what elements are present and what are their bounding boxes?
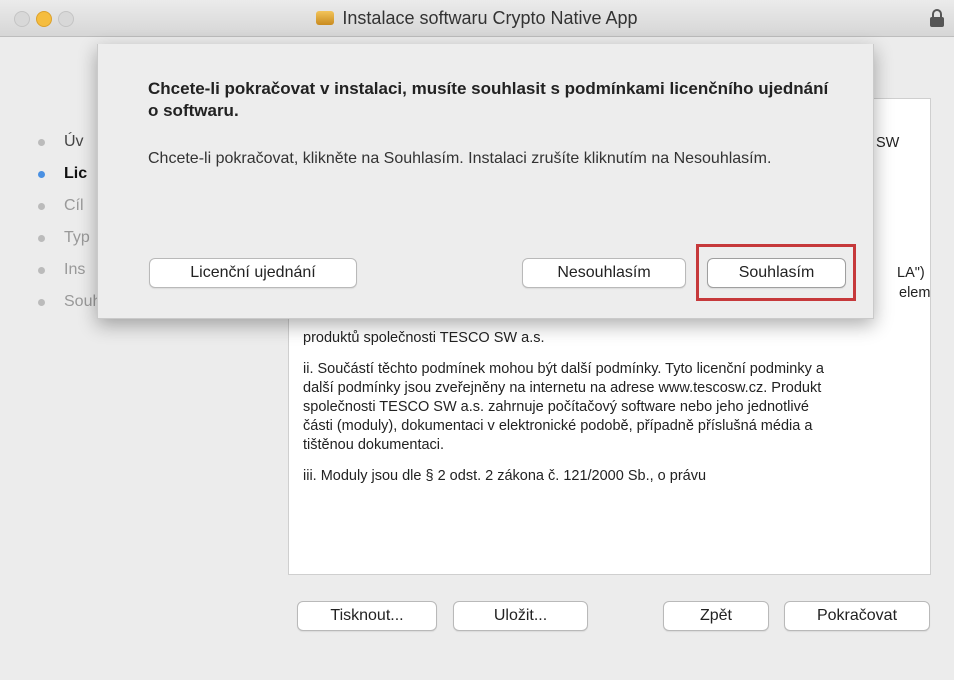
step-dot-icon: [38, 299, 45, 306]
package-icon: [316, 11, 335, 25]
read-license-button[interactable]: Licenční ujednání: [149, 258, 357, 288]
step-dot-icon: [38, 171, 45, 178]
title-bar: Instalace softwaru Crypto Native App: [0, 0, 954, 37]
save-button[interactable]: Uložit...: [453, 601, 588, 631]
sheet-title: Chcete-li pokračovat v instalaci, musíte…: [148, 79, 829, 120]
lock-icon: [930, 9, 944, 27]
window-title: Instalace softwaru Crypto Native App: [342, 8, 638, 28]
license-paragraph: produktů společnosti TESCO SW a.s.: [303, 330, 545, 346]
license-paragraph: iii. Moduly jsou dle § 2 odst. 2 zákona …: [303, 468, 707, 484]
disagree-button[interactable]: Nesouhlasím: [522, 258, 686, 288]
license-agreement-sheet: Chcete-li pokračovat v instalaci, musíte…: [97, 44, 874, 319]
license-paragraph: ii. Součástí těchto podmínek mohou být d…: [303, 361, 824, 453]
step-dot-icon: [38, 203, 45, 210]
back-button[interactable]: Zpět: [663, 601, 769, 631]
step-dot-icon: [38, 267, 45, 274]
step-dot-icon: [38, 235, 45, 242]
window-title-area: Instalace softwaru Crypto Native App: [0, 0, 954, 36]
license-fragment-sw: SW: [876, 135, 900, 151]
license-text: produktů společnosti TESCO SW a.s. ii. S…: [303, 329, 916, 498]
license-fragment-la: LA"): [897, 265, 925, 281]
license-fragment-elem: elem: [899, 285, 931, 301]
agree-button-highlight: [696, 244, 856, 301]
continue-button[interactable]: Pokračovat: [784, 601, 930, 631]
step-dot-icon: [38, 139, 45, 146]
print-button[interactable]: Tisknout...: [297, 601, 437, 631]
sheet-message: Chcete-li pokračovat, klikněte na Souhla…: [148, 150, 772, 167]
